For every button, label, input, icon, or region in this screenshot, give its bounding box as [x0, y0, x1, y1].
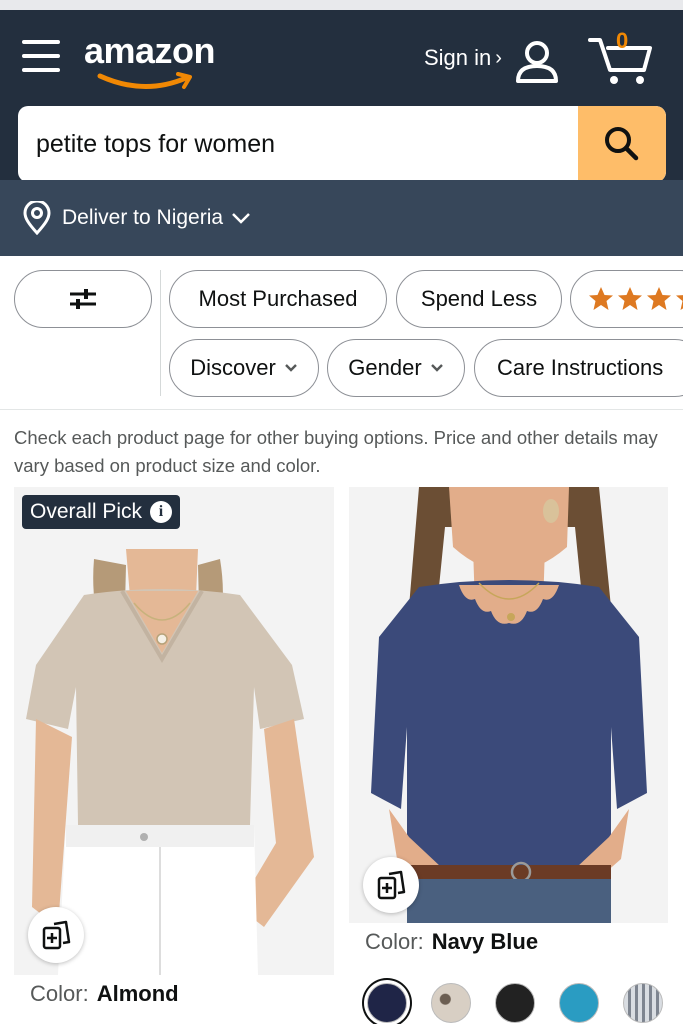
shirt-shape: [371, 580, 647, 867]
color-label: Color:: [365, 929, 424, 954]
filter-discover[interactable]: Discover: [169, 339, 319, 397]
status-bar: [0, 0, 683, 10]
filter-label: Discover: [190, 355, 276, 380]
product-card[interactable]: Color: Navy Blue: [349, 487, 668, 1024]
info-icon[interactable]: i: [150, 501, 173, 523]
deliver-to-bar[interactable]: Deliver to Nigeria: [0, 180, 683, 256]
cart-count: 0: [616, 28, 629, 53]
filter-label: Most Purchased: [198, 286, 358, 311]
sliders-icon: [70, 289, 96, 309]
search-icon: [605, 127, 639, 161]
product-photo-almond: [14, 487, 334, 975]
product-card[interactable]: Overall Pick i Color: Almond: [14, 487, 334, 1024]
filter-bar: Most Purchased Spend Less Discover Gende…: [0, 256, 683, 410]
search-button[interactable]: [578, 106, 666, 182]
sign-in-link[interactable]: Sign in ›: [424, 38, 502, 78]
color-swatches: [367, 983, 663, 1023]
filter-most-purchased[interactable]: Most Purchased: [169, 270, 387, 328]
amazon-logo[interactable]: amazon: [84, 30, 234, 94]
search-input[interactable]: [18, 106, 578, 182]
color-value: Almond: [96, 981, 179, 1006]
location-pin-icon: [22, 201, 52, 235]
color-label: Color:: [30, 981, 89, 1006]
product-image[interactable]: Overall Pick i: [14, 487, 334, 975]
product-image[interactable]: [349, 487, 668, 923]
chevron-down-icon: [284, 363, 298, 373]
deliver-to-label: Deliver to Nigeria: [62, 206, 224, 229]
filter-gender[interactable]: Gender: [327, 339, 465, 397]
color-value: Navy Blue: [431, 929, 539, 954]
swatch-teal[interactable]: [559, 983, 599, 1023]
star-rating-icon: [589, 287, 683, 310]
color-line: Color: Almond: [30, 981, 179, 1007]
filter-label: Care Instructions: [497, 355, 664, 380]
search-bar: [18, 106, 666, 182]
swatch-stripe[interactable]: [623, 983, 663, 1023]
swatch-pattern[interactable]: [431, 983, 471, 1023]
hamburger-menu-icon[interactable]: [22, 40, 60, 72]
cart-button[interactable]: 0: [588, 28, 654, 88]
filter-divider: [160, 270, 161, 396]
badge-label: Overall Pick: [30, 500, 143, 523]
filter-label: Gender: [348, 355, 422, 380]
chevron-down-icon: [231, 211, 251, 225]
logo-text: amazon: [84, 30, 216, 71]
filter-spend-less[interactable]: Spend Less: [396, 270, 562, 328]
user-icon[interactable]: [514, 40, 560, 84]
logo-smile-icon: [97, 72, 192, 89]
compare-button[interactable]: [363, 857, 419, 913]
compare-cards-icon: [42, 920, 71, 950]
color-line: Color: Navy Blue: [365, 929, 538, 955]
product-info: Color: Almond: [14, 975, 334, 1024]
overall-pick-badge[interactable]: Overall Pick i: [22, 495, 181, 529]
buying-options-notice: Check each product page for other buying…: [14, 427, 658, 476]
filter-label: Spend Less: [420, 286, 538, 311]
chevron-down-icon: [430, 363, 444, 373]
compare-cards-icon: [377, 870, 406, 900]
filter-care-instructions[interactable]: Care Instructions: [474, 339, 683, 397]
swatch-navy[interactable]: [367, 983, 407, 1023]
compare-button[interactable]: [28, 907, 84, 963]
swatch-black[interactable]: [495, 983, 535, 1023]
filter-settings-button[interactable]: [14, 270, 152, 328]
sign-in-chevron: ›: [495, 46, 502, 69]
sign-in-label: Sign in: [424, 45, 492, 70]
header: amazon Sign in › 0: [0, 10, 683, 182]
product-info: Color: Navy Blue: [349, 923, 668, 1024]
filter-star-rating[interactable]: [570, 270, 683, 328]
